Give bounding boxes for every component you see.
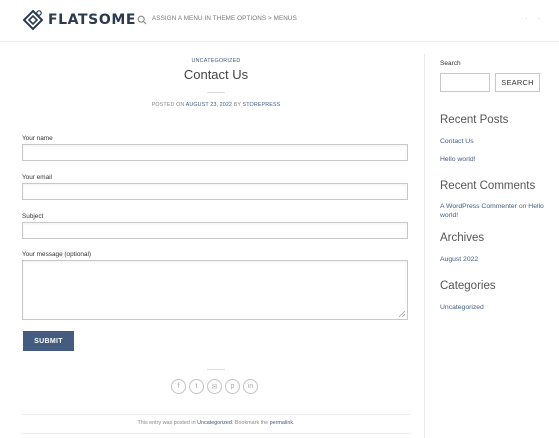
entry-footer-middle: . Bookmark the	[231, 420, 269, 426]
title-divider	[207, 92, 225, 93]
entry-footer: This entry was posted in Uncategorized. …	[22, 414, 410, 434]
archives-heading: Archives	[440, 232, 485, 244]
logo-text: FLATSOME	[48, 12, 137, 28]
pinterest-icon[interactable]: p	[225, 379, 240, 394]
submit-button[interactable]: SUBMIT	[23, 331, 74, 351]
comment-author-link[interactable]: A WordPress Commenter	[440, 203, 517, 210]
share-divider	[207, 369, 225, 370]
name-label: Your name	[22, 135, 53, 142]
search-widget-label: Search	[440, 60, 461, 67]
recent-comments-heading: Recent Comments	[440, 180, 536, 192]
entry-category-link[interactable]: Uncategorized	[197, 420, 232, 426]
header-right-nav: · ·	[525, 14, 550, 23]
header-right-mark[interactable]: ·	[525, 14, 528, 23]
page-title: Contact Us	[183, 67, 249, 82]
message-label: Your message (optional)	[22, 251, 92, 258]
name-field[interactable]	[22, 144, 408, 161]
message-textarea[interactable]	[22, 260, 408, 320]
logo-diamond-icon	[22, 9, 44, 31]
subject-label: Subject	[22, 213, 44, 220]
menu-placeholder-link[interactable]: ASSIGN A MENU IN THEME OPTIONS > MENUS	[152, 15, 297, 22]
categories-heading: Categories	[440, 280, 496, 292]
archive-link[interactable]: August 2022	[440, 256, 478, 263]
search-button[interactable]: SEARCH	[495, 73, 540, 92]
recent-post-link[interactable]: Contact Us	[440, 138, 474, 145]
email-label: Your email	[22, 174, 52, 181]
post-meta-by: BY	[233, 102, 241, 108]
post-author-link[interactable]: STOREPRESS	[243, 102, 281, 108]
search-icon[interactable]	[137, 15, 147, 25]
sidebar: Search SEARCH Recent Posts Contact Us He…	[440, 42, 559, 438]
header-right-mark[interactable]: ·	[538, 14, 541, 23]
entry-footer-prefix: This entry was posted in	[137, 420, 196, 426]
twitter-icon[interactable]: t	[189, 379, 204, 394]
post-meta: POSTED ON AUGUST 23, 2022 BY STOREPRESS	[22, 102, 410, 108]
category-link[interactable]: Uncategorized	[440, 304, 484, 311]
entry-footer-suffix: .	[293, 420, 295, 426]
share-icons: f t ✉ p in	[171, 379, 258, 394]
permalink-link[interactable]: permalink	[270, 420, 293, 426]
comment-on-text: on	[518, 203, 527, 210]
facebook-icon[interactable]: f	[171, 379, 186, 394]
post-meta-prefix: POSTED ON	[151, 102, 185, 108]
site-logo[interactable]: FLATSOME	[22, 9, 136, 31]
site-header: FLATSOME ASSIGN A MENU IN THEME OPTIONS …	[0, 0, 559, 42]
linkedin-icon[interactable]: in	[243, 379, 258, 394]
recent-posts-heading: Recent Posts	[440, 114, 509, 126]
email-field[interactable]	[22, 183, 408, 200]
subject-field[interactable]	[22, 222, 408, 239]
search-input[interactable]	[440, 73, 490, 92]
recent-post-link[interactable]: Hello world!	[440, 156, 476, 163]
sidebar-divider	[424, 54, 425, 438]
post-category-link[interactable]: UNCATEGORIZED	[22, 58, 410, 64]
resize-grip-icon[interactable]	[399, 311, 405, 317]
recent-comment-item: A WordPress Commenter on Hello world!	[440, 202, 559, 220]
email-icon[interactable]: ✉	[207, 379, 222, 394]
post-content: UNCATEGORIZED Contact Us POSTED ON AUGUS…	[22, 42, 410, 438]
post-date-link[interactable]: AUGUST 23, 2022	[186, 102, 232, 108]
